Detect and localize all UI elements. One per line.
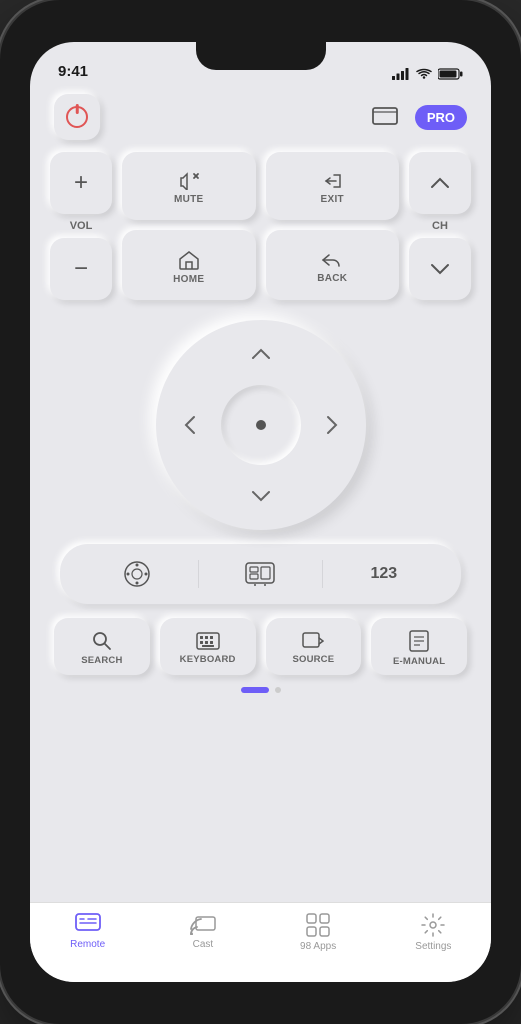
emanual-icon: [409, 630, 429, 652]
function-buttons: SEARCH KEYBOARD: [54, 618, 467, 675]
touchpad-icon: [123, 560, 151, 588]
keyboard-button[interactable]: KEYBOARD: [160, 618, 256, 675]
power-button[interactable]: [54, 94, 100, 140]
ch-down-button[interactable]: [409, 238, 471, 300]
back-button[interactable]: BACK: [266, 230, 400, 300]
num-button[interactable]: 123: [323, 552, 445, 596]
top-bar: PRO: [50, 86, 471, 152]
home-label: HOME: [173, 274, 204, 285]
back-icon: [321, 251, 343, 269]
media-bar: 123: [60, 544, 461, 604]
emanual-button[interactable]: E-MANUAL: [371, 618, 467, 675]
num-label: 123: [370, 565, 397, 583]
tab-remote[interactable]: Remote: [48, 913, 128, 950]
tab-apps[interactable]: 98 Apps: [278, 913, 358, 952]
power-icon: [66, 106, 88, 128]
search-label: SEARCH: [81, 655, 122, 666]
settings-tab-icon: [421, 913, 445, 937]
top-right-controls: PRO: [367, 99, 467, 135]
status-time: 9:41: [58, 63, 88, 80]
tab-cast-label: Cast: [193, 939, 214, 950]
controls-section: + VOL − MUT: [50, 152, 471, 300]
wifi-icon: [416, 68, 432, 80]
mute-button[interactable]: MUTE: [122, 152, 256, 220]
vol-minus-icon: −: [74, 255, 88, 283]
ch-label: CH: [432, 220, 448, 232]
back-label: BACK: [317, 273, 347, 284]
remote-tab-icon: [75, 913, 101, 935]
exit-label: EXIT: [321, 194, 344, 205]
emanual-label: E-MANUAL: [393, 656, 445, 667]
tab-remote-label: Remote: [70, 939, 105, 950]
ch-up-button[interactable]: [409, 152, 471, 214]
pro-badge[interactable]: PRO: [415, 105, 467, 130]
exit-icon: [321, 172, 343, 190]
tab-cast[interactable]: Cast: [163, 913, 243, 950]
ch-up-icon: [430, 177, 450, 189]
phone-frame: 9:41: [0, 0, 521, 1024]
page-indicator: [50, 687, 471, 693]
dpad-section: [50, 320, 471, 530]
dpad-down-button[interactable]: [241, 476, 281, 516]
keyboard-icon: [196, 632, 220, 650]
mid-buttons: MUTE EXIT: [122, 152, 399, 300]
mute-icon: [178, 172, 200, 190]
search-button[interactable]: SEARCH: [54, 618, 150, 675]
dot-1: [241, 687, 269, 693]
search-icon: [92, 631, 112, 651]
home-icon: [178, 250, 200, 270]
touchpad-button[interactable]: [76, 552, 198, 596]
tab-apps-label: 98 Apps: [300, 941, 336, 952]
dpad-up-button[interactable]: [241, 334, 281, 374]
mute-label: MUTE: [174, 194, 204, 205]
source-button[interactable]: SOURCE: [266, 618, 362, 675]
tv-button[interactable]: [199, 552, 321, 596]
status-icons: [392, 68, 463, 80]
source-label: SOURCE: [292, 654, 334, 665]
vol-label: VOL: [70, 220, 93, 232]
phone-screen: 9:41: [30, 42, 491, 982]
signal-icon: [392, 68, 410, 80]
screen-button[interactable]: [367, 99, 403, 135]
dpad-right-button[interactable]: [312, 405, 352, 445]
dpad-center-dot: [256, 420, 266, 430]
app-content: PRO + VOL −: [30, 86, 491, 902]
cast-tab-icon: [190, 913, 216, 935]
battery-icon: [438, 68, 463, 80]
dpad-left-button[interactable]: [170, 405, 210, 445]
tv-icon: [245, 562, 275, 586]
keyboard-label: KEYBOARD: [180, 654, 236, 665]
notch: [196, 42, 326, 70]
vol-plus-icon: +: [74, 169, 88, 197]
home-button[interactable]: HOME: [122, 230, 256, 300]
tab-settings[interactable]: Settings: [393, 913, 473, 952]
dpad-center-button[interactable]: [221, 385, 301, 465]
dot-2: [275, 687, 281, 693]
exit-button[interactable]: EXIT: [266, 152, 400, 220]
tab-bar: Remote Cast 98 Apps: [30, 902, 491, 982]
apps-tab-icon: [306, 913, 330, 937]
source-icon: [302, 632, 324, 650]
tab-settings-label: Settings: [415, 941, 451, 952]
volume-section: + VOL −: [50, 152, 112, 300]
vol-down-button[interactable]: −: [50, 238, 112, 300]
channel-section: CH: [409, 152, 471, 300]
vol-up-button[interactable]: +: [50, 152, 112, 214]
dpad-outer: [156, 320, 366, 530]
ch-down-icon: [430, 263, 450, 275]
